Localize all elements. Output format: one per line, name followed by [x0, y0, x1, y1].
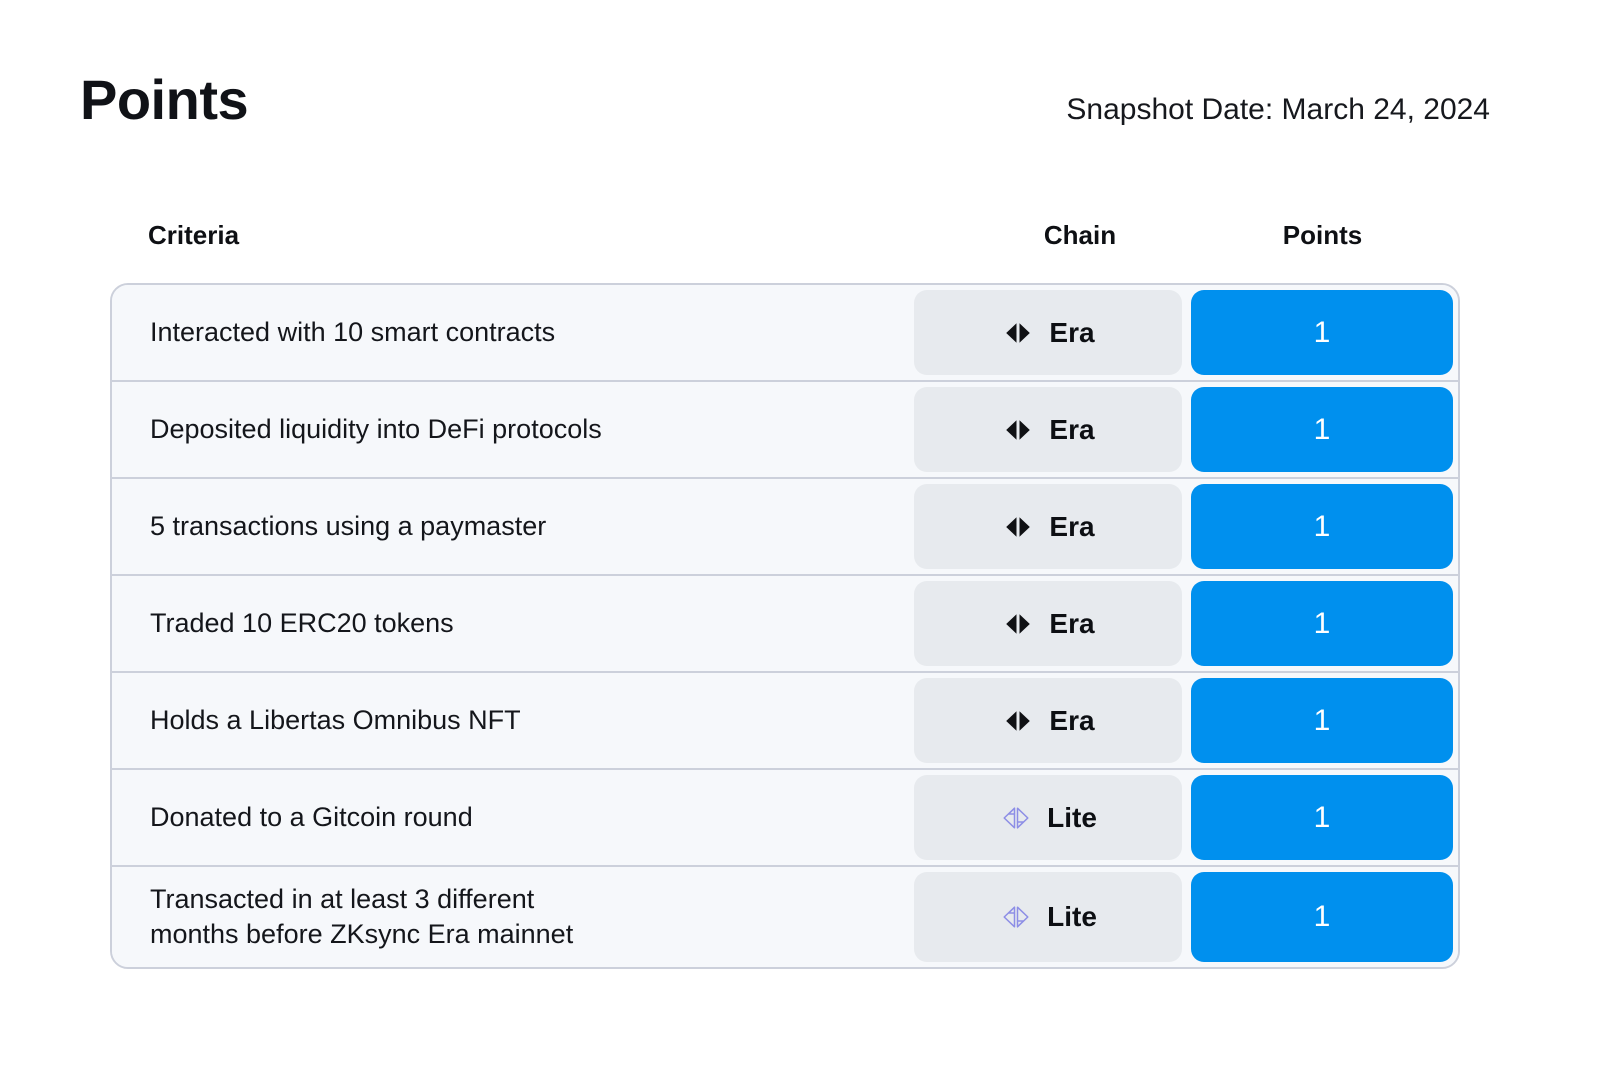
page-title: Points	[80, 68, 249, 131]
chain-label: Era	[1049, 510, 1095, 542]
points-value: 1	[1313, 703, 1331, 737]
criteria-cell: Interacted with 10 smart contracts	[112, 285, 912, 380]
criteria-cell: Donated to a Gitcoin round	[112, 770, 912, 865]
points-value: 1	[1313, 606, 1331, 640]
points-value: 1	[1313, 800, 1331, 834]
page-header: Points Snapshot Date: March 24, 2024	[80, 72, 1490, 150]
chain-badge[interactable]: Era	[914, 387, 1182, 472]
points-table: Interacted with 10 smart contracts Era 1…	[110, 283, 1460, 969]
table-row: Donated to a Gitcoin round Lite 1	[112, 770, 1458, 867]
column-header-points: Points	[1282, 220, 1363, 250]
table-row: Holds a Libertas Omnibus NFT Era 1	[112, 673, 1458, 770]
zksync-era-arrows-icon	[1001, 418, 1035, 442]
chain-cell: Era	[912, 576, 1184, 671]
chain-label: Era	[1049, 704, 1095, 736]
chain-badge[interactable]: Lite	[914, 872, 1182, 962]
table-row: Interacted with 10 smart contracts Era 1	[112, 285, 1458, 382]
points-badge[interactable]: 1	[1191, 581, 1453, 666]
chain-label: Era	[1049, 607, 1095, 639]
zksync-lite-arrows-outline-icon	[999, 806, 1033, 830]
criteria-label: 5 transactions using a paymaster	[150, 511, 547, 542]
criteria-label: Traded 10 ERC20 tokens	[150, 608, 454, 639]
chain-badge[interactable]: Era	[914, 678, 1182, 763]
criteria-cell: 5 transactions using a paymaster	[112, 479, 912, 574]
points-cell: 1	[1184, 285, 1458, 380]
table-column-headers: Criteria Chain Points	[110, 222, 1460, 268]
zksync-era-arrows-icon	[1001, 321, 1035, 345]
points-value: 1	[1313, 900, 1331, 933]
chain-badge[interactable]: Lite	[914, 775, 1182, 860]
criteria-label: Transacted in at least 3 different month…	[150, 884, 574, 949]
points-value: 1	[1313, 509, 1331, 543]
chain-cell: Era	[912, 382, 1184, 477]
table-row: 5 transactions using a paymaster Era 1	[112, 479, 1458, 576]
chain-label: Lite	[1047, 901, 1097, 932]
column-header-criteria: Criteria	[148, 220, 240, 250]
zksync-era-arrows-icon	[1001, 612, 1035, 636]
points-cell: 1	[1184, 770, 1458, 865]
points-badge[interactable]: 1	[1191, 678, 1453, 763]
points-badge[interactable]: 1	[1191, 290, 1453, 375]
zksync-lite-arrows-outline-icon	[999, 905, 1033, 929]
points-cell: 1	[1184, 673, 1458, 768]
points-badge[interactable]: 1	[1191, 775, 1453, 860]
chain-badge[interactable]: Era	[914, 581, 1182, 666]
points-badge[interactable]: 1	[1191, 872, 1453, 962]
points-cell: 1	[1184, 867, 1458, 967]
criteria-cell: Traded 10 ERC20 tokens	[112, 576, 912, 671]
chain-label: Era	[1049, 316, 1095, 348]
zksync-era-arrows-icon	[1001, 515, 1035, 539]
criteria-cell: Deposited liquidity into DeFi protocols	[112, 382, 912, 477]
criteria-cell: Transacted in at least 3 different month…	[112, 867, 912, 967]
criteria-label: Interacted with 10 smart contracts	[150, 317, 556, 348]
table-row: Deposited liquidity into DeFi protocols …	[112, 382, 1458, 479]
points-cell: 1	[1184, 382, 1458, 477]
chain-cell: Lite	[912, 867, 1184, 967]
table-row: Traded 10 ERC20 tokens Era 1	[112, 576, 1458, 673]
chain-cell: Era	[912, 479, 1184, 574]
chain-badge[interactable]: Era	[914, 290, 1182, 375]
table-row: Transacted in at least 3 different month…	[112, 867, 1458, 967]
criteria-label: Donated to a Gitcoin round	[150, 802, 473, 833]
column-header-chain: Chain	[1043, 220, 1117, 250]
points-page: Points Snapshot Date: March 24, 2024 Cri…	[0, 0, 1600, 1080]
chain-badge[interactable]: Era	[914, 484, 1182, 569]
criteria-label: Deposited liquidity into DeFi protocols	[150, 414, 602, 445]
points-value: 1	[1313, 412, 1331, 446]
points-cell: 1	[1184, 479, 1458, 574]
points-badge[interactable]: 1	[1191, 387, 1453, 472]
snapshot-date-label: Snapshot Date: March 24, 2024	[1066, 93, 1490, 126]
chain-cell: Era	[912, 285, 1184, 380]
chain-label: Era	[1049, 413, 1095, 445]
points-cell: 1	[1184, 576, 1458, 671]
criteria-label: Holds a Libertas Omnibus NFT	[150, 705, 521, 736]
chain-cell: Lite	[912, 770, 1184, 865]
criteria-cell: Holds a Libertas Omnibus NFT	[112, 673, 912, 768]
points-value: 1	[1313, 315, 1331, 349]
chain-cell: Era	[912, 673, 1184, 768]
zksync-era-arrows-icon	[1001, 709, 1035, 733]
chain-label: Lite	[1047, 801, 1097, 833]
points-badge[interactable]: 1	[1191, 484, 1453, 569]
